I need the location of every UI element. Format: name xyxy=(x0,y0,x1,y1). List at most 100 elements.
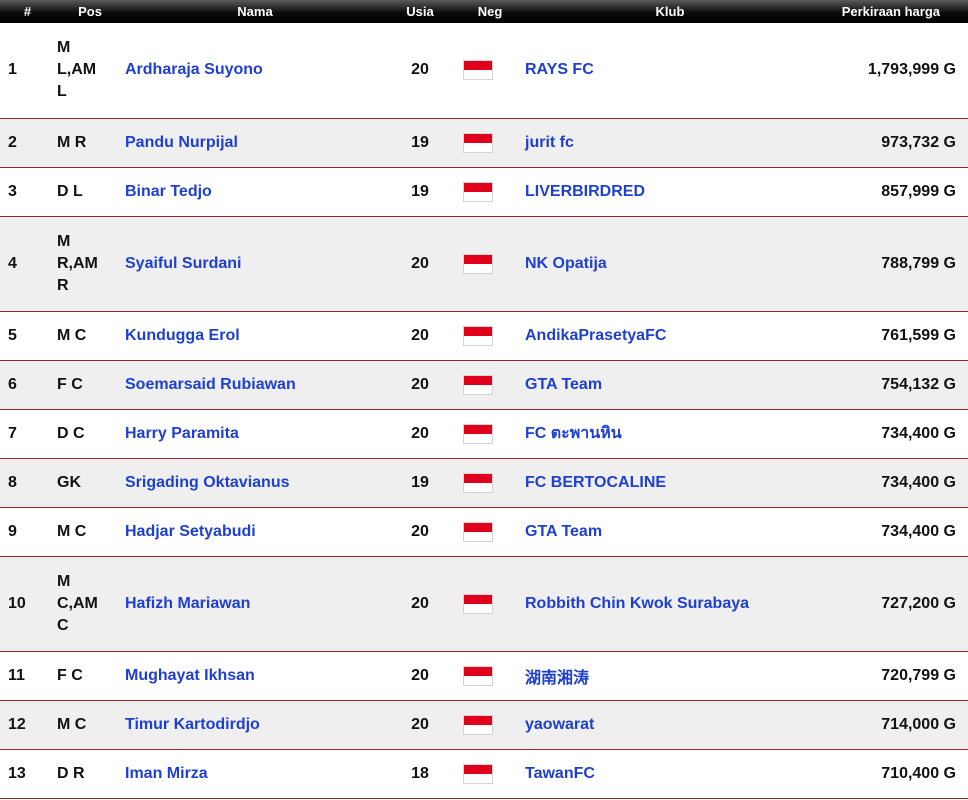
position-cell: M R,AM R xyxy=(55,216,125,311)
header-rank[interactable]: # xyxy=(0,0,55,23)
age-cell: 20 xyxy=(411,715,429,733)
player-name-link[interactable]: Timur Kartodirdjo xyxy=(125,716,260,733)
player-value-table: # Pos Nama Usia Neg Klub Perkiraan harga… xyxy=(0,0,968,799)
header-price[interactable]: Perkiraan harga xyxy=(815,0,968,23)
country-cell xyxy=(455,23,525,118)
club-link[interactable]: RAYS FC xyxy=(525,61,594,78)
club-link[interactable]: FC ตะพานหิน xyxy=(525,425,622,442)
position-text: M R xyxy=(57,133,87,151)
age-cell: 20 xyxy=(411,375,429,393)
club-link[interactable]: TawanFC xyxy=(525,765,595,782)
header-position[interactable]: Pos xyxy=(55,0,125,23)
header-club[interactable]: Klub xyxy=(525,0,815,23)
country-cell xyxy=(455,651,525,700)
club-cell: FC ตะพานหิน xyxy=(525,409,815,458)
price-cell: 788,799 G xyxy=(881,254,956,272)
table-row: 2 M R Pandu Nurpijal 19 jurit fc 973,732… xyxy=(0,118,968,167)
indonesia-flag-icon xyxy=(463,714,493,735)
player-name-link[interactable]: Harry Paramita xyxy=(125,425,239,442)
country-cell xyxy=(455,311,525,360)
name-cell: Soemarsaid Rubiawan xyxy=(125,360,385,409)
player-name-link[interactable]: Kundugga Erol xyxy=(125,327,240,344)
country-cell xyxy=(455,216,525,311)
age-cell: 20 xyxy=(411,254,429,272)
rank-cell: 8 xyxy=(8,473,17,491)
age-cell: 19 xyxy=(411,473,429,491)
header-name[interactable]: Nama xyxy=(125,0,385,23)
position-cell: M C xyxy=(55,311,125,360)
club-link[interactable]: FC BERTOCALINE xyxy=(525,474,666,491)
rank-cell: 7 xyxy=(8,424,17,442)
position-cell: M C xyxy=(55,700,125,749)
table-row: 6 F C Soemarsaid Rubiawan 20 GTA Team 75… xyxy=(0,360,968,409)
country-cell xyxy=(455,507,525,556)
table-row: 9 M C Hadjar Setyabudi 20 GTA Team 734,4… xyxy=(0,507,968,556)
player-name-link[interactable]: Iman Mirza xyxy=(125,765,208,782)
table-row: 3 D L Binar Tedjo 19 LIVERBIRDRED 857,99… xyxy=(0,167,968,216)
name-cell: Iman Mirza xyxy=(125,749,385,798)
player-name-link[interactable]: Syaiful Surdani xyxy=(125,255,241,272)
country-cell xyxy=(455,360,525,409)
name-cell: Pandu Nurpijal xyxy=(125,118,385,167)
country-cell xyxy=(455,409,525,458)
position-text: M C xyxy=(57,522,87,540)
age-cell: 20 xyxy=(411,594,429,612)
club-link[interactable]: Robbith Chin Kwok Surabaya xyxy=(525,595,749,612)
club-link[interactable]: LIVERBIRDRED xyxy=(525,183,645,200)
name-cell: Srigading Oktavianus xyxy=(125,458,385,507)
rank-cell: 10 xyxy=(8,594,26,612)
price-cell: 734,400 G xyxy=(881,424,956,442)
header-country[interactable]: Neg xyxy=(455,0,525,23)
player-name-link[interactable]: Ardharaja Suyono xyxy=(125,61,263,78)
club-link[interactable]: jurit fc xyxy=(525,134,574,151)
table-header-row: # Pos Nama Usia Neg Klub Perkiraan harga xyxy=(0,0,968,23)
age-cell: 20 xyxy=(411,61,429,79)
club-link[interactable]: GTA Team xyxy=(525,376,602,393)
header-age[interactable]: Usia xyxy=(385,0,455,23)
price-cell: 754,132 G xyxy=(881,375,956,393)
player-name-link[interactable]: Hadjar Setyabudi xyxy=(125,523,256,540)
indonesia-flag-icon xyxy=(463,132,493,153)
player-name-link[interactable]: Binar Tedjo xyxy=(125,183,212,200)
age-cell: 20 xyxy=(411,522,429,540)
player-name-link[interactable]: Soemarsaid Rubiawan xyxy=(125,376,296,393)
position-text: M L,AM L xyxy=(57,39,97,101)
country-cell xyxy=(455,700,525,749)
name-cell: Kundugga Erol xyxy=(125,311,385,360)
table-header: # Pos Nama Usia Neg Klub Perkiraan harga xyxy=(0,0,968,23)
position-text: M R,AM R xyxy=(57,232,98,294)
position-text: F C xyxy=(57,666,83,684)
price-cell: 734,400 G xyxy=(881,522,956,540)
age-cell: 19 xyxy=(411,133,429,151)
table-row: 13 D R Iman Mirza 18 TawanFC 710,400 G xyxy=(0,749,968,798)
club-link[interactable]: GTA Team xyxy=(525,523,602,540)
rank-cell: 11 xyxy=(8,666,25,684)
rank-cell: 5 xyxy=(8,326,17,344)
age-cell: 20 xyxy=(411,666,429,684)
position-cell: GK xyxy=(55,458,125,507)
position-cell: M L,AM L xyxy=(55,23,125,118)
position-text: M C xyxy=(57,326,87,344)
club-link[interactable]: AndikaPrasetyaFC xyxy=(525,327,666,344)
indonesia-flag-icon xyxy=(463,472,493,493)
club-link[interactable]: yaowarat xyxy=(525,716,594,733)
rank-cell: 2 xyxy=(8,133,17,151)
name-cell: Harry Paramita xyxy=(125,409,385,458)
rank-cell: 13 xyxy=(8,764,26,782)
player-name-link[interactable]: Hafizh Mariawan xyxy=(125,595,250,612)
position-text: M C xyxy=(57,715,87,733)
position-text: D R xyxy=(57,764,85,782)
club-link[interactable]: NK Opatija xyxy=(525,255,607,272)
price-cell: 710,400 G xyxy=(881,764,956,782)
player-name-link[interactable]: Srigading Oktavianus xyxy=(125,474,289,491)
player-name-link[interactable]: Pandu Nurpijal xyxy=(125,134,238,151)
name-cell: Mughayat Ikhsan xyxy=(125,651,385,700)
club-link[interactable]: 湖南湘涛 xyxy=(525,670,589,687)
indonesia-flag-icon xyxy=(463,521,493,542)
price-cell: 973,732 G xyxy=(881,133,956,151)
club-cell: FC BERTOCALINE xyxy=(525,458,815,507)
country-cell xyxy=(455,118,525,167)
position-cell: D R xyxy=(55,749,125,798)
player-name-link[interactable]: Mughayat Ikhsan xyxy=(125,667,255,684)
name-cell: Syaiful Surdani xyxy=(125,216,385,311)
